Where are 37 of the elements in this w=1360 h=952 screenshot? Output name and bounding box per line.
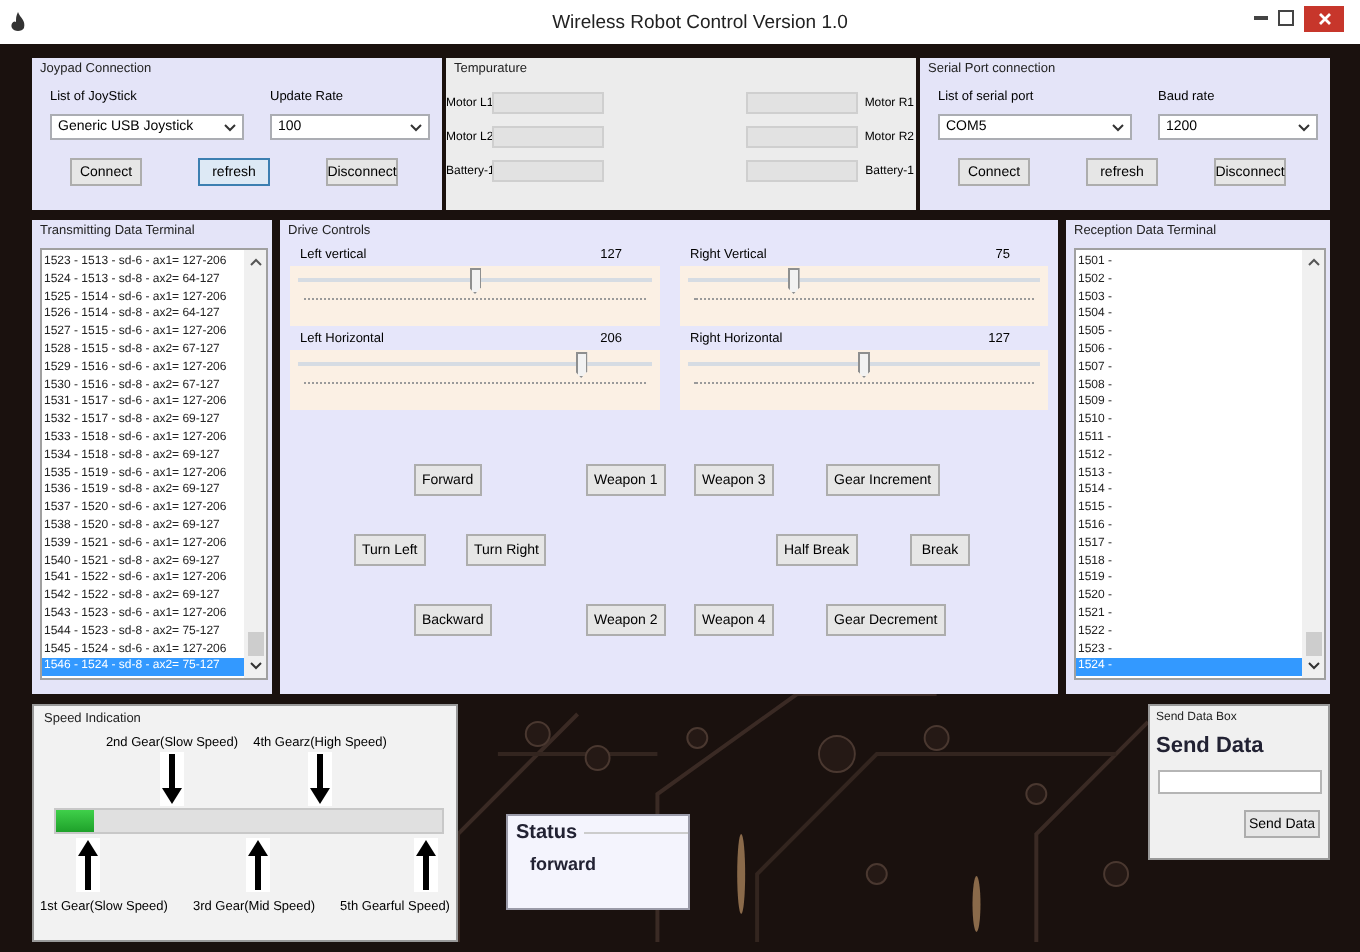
slider-thumb[interactable] bbox=[469, 268, 481, 294]
scrollbar[interactable] bbox=[244, 250, 266, 678]
close-icon bbox=[1317, 11, 1331, 25]
chevron-down-icon bbox=[1298, 123, 1310, 131]
slider-thumb[interactable] bbox=[858, 352, 870, 378]
slider-thumb[interactable] bbox=[575, 352, 588, 378]
reading-field[interactable] bbox=[746, 126, 858, 148]
arrow-down-icon bbox=[308, 752, 332, 806]
chevron-down-icon bbox=[249, 662, 261, 670]
arrow-up-icon bbox=[76, 838, 100, 892]
close-button[interactable] bbox=[1304, 5, 1344, 31]
status-title: Status bbox=[516, 822, 578, 844]
chevron-down-icon bbox=[1307, 662, 1319, 670]
chevron-down-icon bbox=[1112, 123, 1124, 131]
arrow-down-icon bbox=[160, 752, 184, 806]
scrollbar[interactable] bbox=[1302, 250, 1324, 678]
send-heading: Send Data bbox=[1156, 734, 1266, 758]
reading-field[interactable] bbox=[492, 126, 604, 148]
reading-field[interactable] bbox=[746, 92, 858, 114]
reading-field[interactable] bbox=[492, 160, 604, 182]
maximize-icon[interactable] bbox=[1278, 10, 1294, 26]
flame-icon bbox=[10, 12, 26, 32]
slider-thumb[interactable] bbox=[787, 268, 800, 294]
reading-field[interactable] bbox=[492, 92, 604, 114]
reading-field[interactable] bbox=[746, 160, 858, 182]
minimize-icon[interactable] bbox=[1254, 16, 1268, 20]
chevron-up-icon bbox=[1307, 258, 1319, 266]
chevron-up-icon bbox=[249, 258, 261, 266]
scroll-thumb[interactable] bbox=[247, 632, 263, 656]
arrow-up-icon bbox=[414, 838, 438, 892]
status-value: forward bbox=[530, 854, 599, 874]
arrow-up-icon bbox=[245, 838, 269, 892]
input-field[interactable] bbox=[1158, 770, 1322, 794]
chevron-down-icon bbox=[224, 123, 236, 131]
chevron-down-icon bbox=[410, 123, 422, 131]
window-title: Wireless Robot Control Version 1.0 bbox=[550, 11, 848, 33]
scroll-thumb[interactable] bbox=[1305, 632, 1321, 656]
